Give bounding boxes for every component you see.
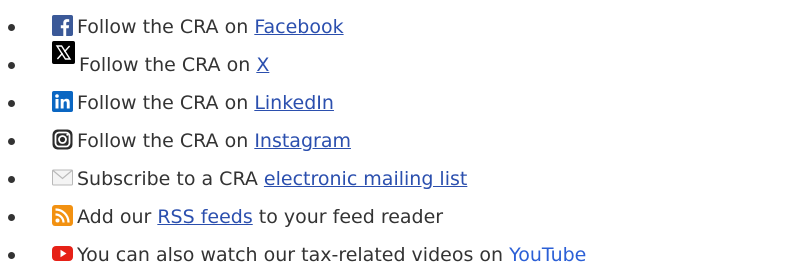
facebook-icon [52, 15, 73, 36]
item-prefix-text: Subscribe to a CRA [77, 168, 264, 190]
bullet [8, 100, 15, 107]
x-link[interactable]: X [256, 54, 269, 76]
item-prefix-text: Add our [77, 206, 158, 228]
rss-feeds-link[interactable]: RSS feeds [157, 206, 252, 228]
list-item-linkedin: Follow the CRA on LinkedIn [0, 84, 804, 122]
youtube-link[interactable]: YouTube [509, 244, 586, 266]
list-item-rss: Add our RSS feeds to your feed reader [0, 198, 804, 236]
list-item-facebook: Follow the CRA on Facebook [0, 8, 804, 46]
list-item-x: Follow the CRA on X [0, 41, 804, 84]
item-prefix-text: Follow the CRA on [79, 54, 257, 76]
bullet [8, 62, 15, 69]
mailing-list-link[interactable]: electronic mailing list [264, 168, 467, 190]
bullet [8, 176, 15, 183]
item-prefix-text: Follow the CRA on [77, 130, 255, 152]
item-prefix-text: You can also watch our tax-related video… [77, 244, 510, 266]
bullet [8, 252, 15, 259]
bullet [8, 214, 15, 221]
instagram-icon [52, 129, 73, 150]
x-icon [52, 41, 75, 64]
youtube-icon [52, 243, 73, 264]
linkedin-link[interactable]: LinkedIn [254, 92, 334, 114]
list-item-email: Subscribe to a CRA electronic mailing li… [0, 160, 804, 198]
bullet [8, 138, 15, 145]
social-media-list: Follow the CRA on Facebook Follow the CR… [0, 0, 804, 274]
list-item-instagram: Follow the CRA on Instagram [0, 122, 804, 160]
list-item-youtube: You can also watch our tax-related video… [0, 236, 804, 274]
rss-icon [52, 205, 73, 226]
facebook-link[interactable]: Facebook [254, 16, 343, 38]
item-prefix-text: Follow the CRA on [77, 16, 255, 38]
item-suffix-text: to your feed reader [252, 206, 444, 228]
instagram-link[interactable]: Instagram [254, 130, 351, 152]
email-icon [52, 167, 73, 188]
bullet [8, 24, 15, 31]
item-prefix-text: Follow the CRA on [77, 92, 255, 114]
linkedin-icon [52, 91, 73, 112]
